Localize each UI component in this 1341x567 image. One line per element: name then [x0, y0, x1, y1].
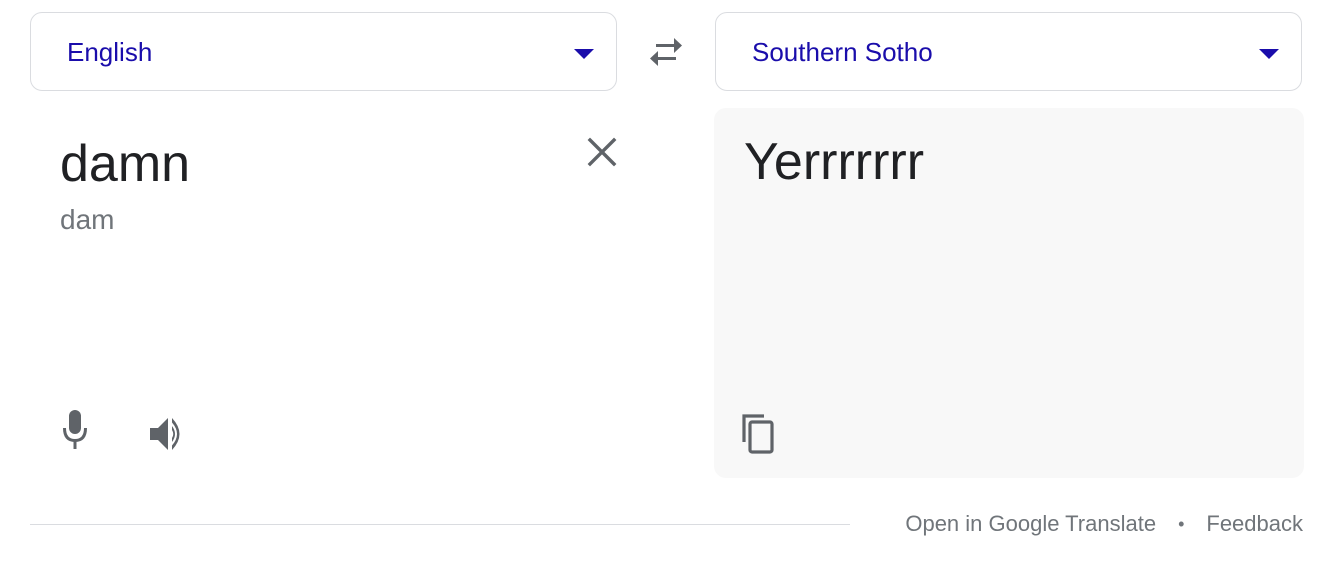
source-panel: damn dam [30, 108, 650, 478]
footer: Open in Google Translate • Feedback [905, 510, 1303, 538]
copy-translation-button[interactable] [736, 410, 780, 458]
swap-languages-button[interactable] [644, 34, 688, 70]
source-transliteration: dam [60, 204, 115, 235]
translate-widget: English Southern Sotho damn dam Yerrrrrr… [0, 0, 1341, 567]
source-text[interactable]: damn [60, 134, 190, 194]
copy-icon [742, 414, 774, 454]
source-language-label: English [67, 37, 153, 67]
clear-source-button[interactable] [582, 132, 622, 172]
translated-text: Yerrrrrrr [744, 133, 925, 191]
footer-divider [30, 524, 850, 525]
source-language-select[interactable]: English [30, 12, 617, 91]
swap-arrows-icon [650, 38, 682, 66]
target-panel: Yerrrrrrr [714, 108, 1304, 478]
chevron-down-icon [574, 49, 594, 59]
open-in-google-translate-link[interactable]: Open in Google Translate [905, 510, 1156, 538]
microphone-icon [63, 410, 87, 449]
footer-separator: • [1178, 514, 1185, 534]
target-language-label: Southern Sotho [752, 37, 933, 67]
close-icon [587, 137, 617, 167]
voice-input-button[interactable] [56, 406, 96, 454]
chevron-down-icon [1259, 49, 1279, 59]
listen-source-button[interactable] [146, 412, 190, 456]
speaker-icon [150, 418, 180, 450]
target-language-select[interactable]: Southern Sotho [715, 12, 1302, 91]
feedback-link[interactable]: Feedback [1206, 510, 1303, 538]
